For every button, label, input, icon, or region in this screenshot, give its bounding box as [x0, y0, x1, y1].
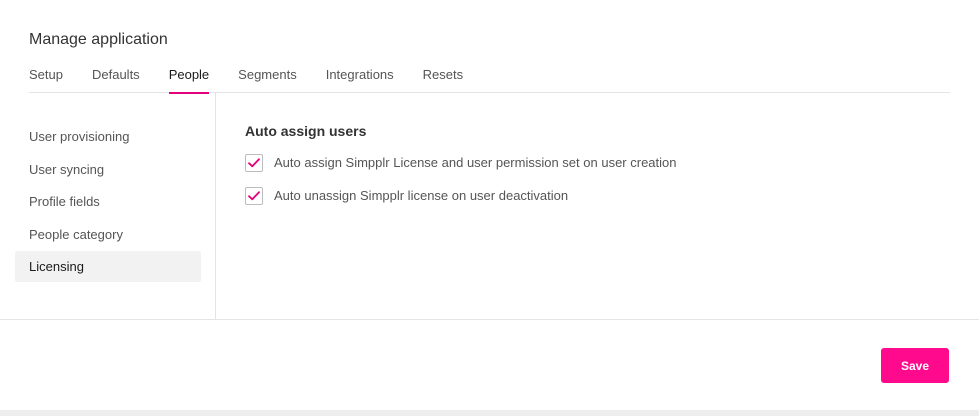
manage-application-page: Manage application Setup Defaults People…	[0, 0, 979, 416]
settings-body: User provisioning User syncing Profile f…	[0, 93, 979, 320]
auto-unassign-label: Auto unassign Simpplr license on user de…	[274, 188, 569, 203]
tab-segments[interactable]: Segments	[238, 58, 297, 93]
save-button[interactable]: Save	[881, 348, 949, 383]
tab-integrations[interactable]: Integrations	[326, 58, 394, 93]
check-icon	[248, 157, 260, 167]
auto-assign-checkbox[interactable]	[245, 153, 263, 172]
sidebar-item-profile-fields[interactable]: Profile fields	[15, 186, 201, 217]
check-icon	[248, 190, 260, 200]
sidebar: User provisioning User syncing Profile f…	[0, 93, 216, 320]
sidebar-item-user-syncing[interactable]: User syncing	[15, 154, 201, 185]
bottom-divider	[0, 410, 979, 416]
sidebar-item-user-provisioning[interactable]: User provisioning	[15, 121, 201, 152]
auto-unassign-checkbox[interactable]	[245, 186, 263, 205]
option-auto-assign-license[interactable]: Auto assign Simpplr License and user per…	[245, 153, 979, 172]
auto-assign-label: Auto assign Simpplr License and user per…	[274, 155, 677, 170]
footer: Save	[0, 320, 979, 410]
page-title: Manage application	[29, 31, 168, 48]
tab-setup[interactable]: Setup	[29, 58, 63, 93]
option-auto-unassign-license[interactable]: Auto unassign Simpplr license on user de…	[245, 186, 979, 205]
tab-resets[interactable]: Resets	[423, 58, 463, 93]
sidebar-item-people-category[interactable]: People category	[15, 219, 201, 250]
tab-people[interactable]: People	[168, 58, 210, 94]
tab-bar: Setup Defaults People Segments Integrati…	[29, 58, 950, 94]
section-title: Auto assign users	[245, 123, 367, 139]
licensing-panel: Auto assign users Auto assign Simpplr Li…	[245, 123, 979, 219]
tab-defaults[interactable]: Defaults	[92, 58, 140, 93]
sidebar-item-licensing[interactable]: Licensing	[15, 251, 201, 282]
